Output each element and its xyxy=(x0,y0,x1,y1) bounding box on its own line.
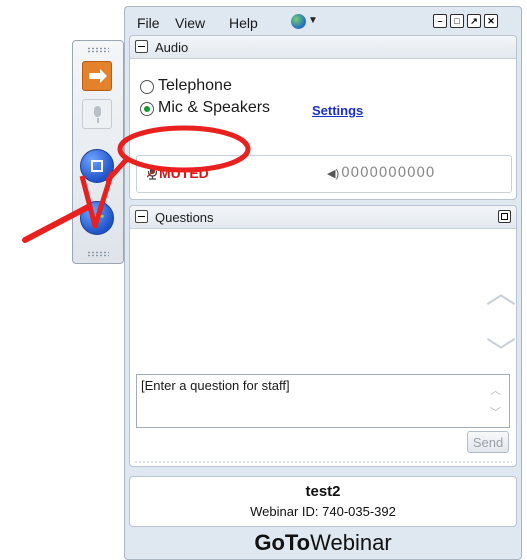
gotowebinar-logo: GoToWebinar xyxy=(125,530,521,556)
minimize-icon[interactable]: – xyxy=(433,14,447,28)
session-info-panel: test2 Webinar ID: 740-035-392 xyxy=(129,476,517,527)
question-input[interactable]: [Enter a question for staff] xyxy=(136,374,510,428)
muted-status: MUTED xyxy=(159,165,209,181)
scroll-up-icon[interactable]: ︿ xyxy=(486,268,516,312)
mic-speakers-label[interactable]: Mic & Speakers xyxy=(158,99,270,117)
questions-panel-header: Questions xyxy=(130,206,516,229)
mic-stand xyxy=(97,118,99,123)
audio-panel: Audio Telephone Mic & Speakers Settings … xyxy=(129,35,517,200)
resize-grip[interactable] xyxy=(134,461,512,463)
chevron-down-icon[interactable]: ▼ xyxy=(308,15,318,26)
speaker-icon: ◀) xyxy=(327,168,340,180)
raise-hand-icon[interactable] xyxy=(80,201,115,235)
restore-icon[interactable]: □ xyxy=(450,14,464,28)
collapse-panel-arrow-icon[interactable] xyxy=(82,61,112,91)
send-button[interactable]: Send xyxy=(467,431,509,453)
audio-panel-title: Audio xyxy=(155,40,189,55)
mic-speakers-radio[interactable] xyxy=(140,102,154,116)
questions-popout-icon[interactable] xyxy=(498,210,511,223)
muted-microphone-icon xyxy=(147,166,159,180)
grip-handle-bottom[interactable] xyxy=(87,251,109,257)
menu-view[interactable]: View xyxy=(175,15,205,31)
audio-status-box: MUTED ◀) 0000000000 xyxy=(136,155,512,193)
brand-rest: Webinar xyxy=(310,530,392,555)
webinar-id: Webinar ID: 740-035-392 xyxy=(250,504,396,519)
screen-icon[interactable] xyxy=(80,149,114,183)
brand-bold: GoTo xyxy=(254,530,311,555)
menu-bar: File View Help ▼ – □ ↗ ✕ xyxy=(125,7,521,35)
scroll-down-icon[interactable]: ﹀ xyxy=(486,328,516,372)
audio-level-meter: 0000000000 xyxy=(341,165,436,181)
input-scroll-down-icon[interactable]: ﹀ xyxy=(490,404,501,420)
audio-collapse-button[interactable] xyxy=(135,40,148,53)
restore-glyph: □ xyxy=(454,16,460,26)
grip-handle-top[interactable] xyxy=(87,47,109,53)
minimize-glyph: – xyxy=(437,16,443,26)
telephone-radio[interactable] xyxy=(140,80,154,94)
input-scroll-up-icon[interactable]: ︿ xyxy=(490,382,501,398)
questions-log[interactable]: ︿ ﹀ xyxy=(136,236,516,370)
audio-panel-header: Audio xyxy=(130,36,516,59)
popout-glyph: ↗ xyxy=(470,16,478,26)
control-panel-grab-tab xyxy=(72,40,124,264)
menu-help[interactable]: Help xyxy=(229,15,258,31)
questions-panel: Questions ︿ ﹀ [Enter a question for staf… xyxy=(129,205,517,467)
telephone-label[interactable]: Telephone xyxy=(158,77,232,95)
questions-panel-title: Questions xyxy=(155,210,214,225)
questions-collapse-button[interactable] xyxy=(135,210,148,223)
microphone-icon[interactable] xyxy=(82,99,112,129)
globe-icon[interactable] xyxy=(291,14,306,29)
gotowebinar-control-panel: File View Help ▼ – □ ↗ ✕ Audio Telephone… xyxy=(124,6,522,560)
session-name: test2 xyxy=(305,483,341,500)
close-icon[interactable]: ✕ xyxy=(484,14,498,28)
settings-link[interactable]: Settings xyxy=(312,103,363,118)
close-glyph: ✕ xyxy=(487,16,495,26)
mic-shape xyxy=(94,106,101,117)
menu-file[interactable]: File xyxy=(137,15,160,31)
popout-icon[interactable]: ↗ xyxy=(467,14,481,28)
